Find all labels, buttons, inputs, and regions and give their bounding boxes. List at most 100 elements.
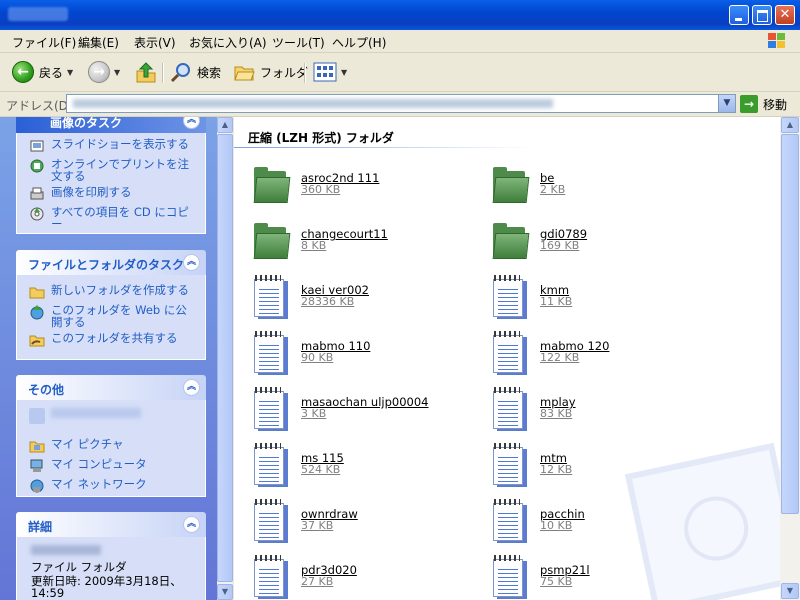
- minimize-button[interactable]: [729, 5, 749, 25]
- place-my-computer[interactable]: マイ コンピュータ: [29, 458, 191, 474]
- place-parent-folder[interactable]: [29, 408, 141, 424]
- file-size: 360 KB: [301, 183, 341, 196]
- file-tasks-body: 新しいフォルダを作成する このフォルダを Web に公開する このフォルダを共有…: [16, 275, 206, 360]
- file-item[interactable]: masaochan uljp00004 3 KB: [252, 387, 492, 431]
- file-item[interactable]: mabmo 120 122 KB: [491, 331, 731, 375]
- menu-bar: ファイル(F) 編集(E) 表示(V) お気に入り(A) ツール(T) ヘルプ(…: [0, 30, 800, 53]
- toolbar-separator: [304, 63, 306, 83]
- other-places-header[interactable]: その他 ︽: [16, 375, 206, 400]
- close-icon: ✕: [779, 7, 791, 22]
- place-my-network[interactable]: マイ ネットワーク: [29, 478, 191, 494]
- views-button[interactable]: ▼: [313, 61, 347, 83]
- views-dropdown-icon[interactable]: ▼: [341, 68, 347, 77]
- menu-view[interactable]: 表示(V): [134, 34, 176, 51]
- task-print-images[interactable]: 画像を印刷する: [29, 186, 191, 202]
- forward-button[interactable]: → ▼: [88, 61, 120, 83]
- task-publish-web[interactable]: このフォルダを Web に公開する: [29, 304, 191, 328]
- back-dropdown-icon[interactable]: ▼: [67, 68, 73, 77]
- file-view-scrollbar[interactable]: ▲ ▼: [780, 117, 800, 600]
- details-panel: 詳細 ︽ ファイル フォルダ 更新日時: 2009年3月18日、14:59: [16, 512, 206, 600]
- details-header[interactable]: 詳細 ︽: [16, 512, 206, 537]
- address-dropdown-icon[interactable]: ▼: [718, 95, 735, 112]
- publish-web-icon: [30, 305, 44, 320]
- menu-tools[interactable]: ツール(T): [272, 34, 325, 51]
- file-item[interactable]: pdr3d020 27 KB: [252, 555, 492, 599]
- collapse-icon[interactable]: ︽: [183, 379, 200, 396]
- order-prints-icon: [30, 159, 44, 173]
- menu-help[interactable]: ヘルプ(H): [332, 34, 386, 51]
- file-item[interactable]: be 2 KB: [491, 163, 731, 207]
- notepad-icon: [252, 555, 290, 599]
- file-tasks-title: ファイルとフォルダのタスク: [28, 258, 185, 272]
- file-item[interactable]: changecourt11 8 KB: [252, 219, 492, 263]
- folder-icon: [29, 408, 45, 424]
- back-button[interactable]: ← 戻る ▼: [12, 61, 73, 83]
- address-bar: アドレス(D) ▼ → 移動: [0, 92, 800, 117]
- notepad-icon: [491, 499, 529, 543]
- other-places-title: その他: [28, 383, 65, 397]
- place-my-pictures[interactable]: マイ ピクチャ: [29, 438, 191, 454]
- folders-button[interactable]: フォルダ: [233, 61, 308, 83]
- file-size: 75 KB: [540, 575, 573, 588]
- file-size: 122 KB: [540, 351, 580, 364]
- scroll-down-icon[interactable]: ▼: [781, 583, 799, 599]
- task-new-folder[interactable]: 新しいフォルダを作成する: [29, 284, 191, 300]
- search-button[interactable]: 検索: [170, 61, 221, 83]
- file-item[interactable]: mtm 12 KB: [491, 443, 731, 487]
- new-folder-icon: [29, 287, 45, 299]
- scroll-up-icon[interactable]: ▲: [781, 117, 799, 133]
- notepad-icon: [491, 443, 529, 487]
- toolbar: ← 戻る ▼ → ▼ 検索 フォルダ ▼: [0, 53, 800, 92]
- notepad-icon: [252, 331, 290, 375]
- file-size: 37 KB: [301, 519, 334, 532]
- search-icon: [170, 63, 190, 83]
- maximize-button[interactable]: [752, 5, 772, 25]
- file-size: 83 KB: [540, 407, 573, 420]
- task-slideshow[interactable]: スライドショーを表示する: [29, 138, 191, 154]
- notepad-icon: [491, 555, 529, 599]
- file-item[interactable]: kaei ver002 28336 KB: [252, 275, 492, 319]
- collapse-icon[interactable]: ︽: [183, 117, 200, 129]
- collapse-icon[interactable]: ︽: [183, 254, 200, 271]
- zip-folder-icon: [252, 219, 291, 263]
- file-item[interactable]: ms 115 524 KB: [252, 443, 492, 487]
- go-button[interactable]: → 移動: [740, 95, 787, 113]
- task-pane-scrollbar[interactable]: ▲ ▼: [217, 117, 233, 600]
- zip-folder-icon: [491, 163, 530, 207]
- up-folder-button[interactable]: [135, 61, 157, 83]
- file-item[interactable]: asroc2nd 111 360 KB: [252, 163, 492, 207]
- file-size: 3 KB: [301, 407, 327, 420]
- scroll-thumb[interactable]: [781, 134, 799, 514]
- file-tasks-header[interactable]: ファイルとフォルダのタスク ︽: [16, 250, 206, 275]
- collapse-icon[interactable]: ︽: [183, 516, 200, 533]
- menu-edit[interactable]: 編集(E): [78, 34, 119, 51]
- file-item[interactable]: pacchin 10 KB: [491, 499, 731, 543]
- file-item[interactable]: psmp21l 75 KB: [491, 555, 731, 599]
- file-item[interactable]: kmm 11 KB: [491, 275, 731, 319]
- file-item[interactable]: gdi0789 169 KB: [491, 219, 731, 263]
- scroll-up-icon[interactable]: ▲: [217, 117, 233, 133]
- notepad-icon: [491, 331, 529, 375]
- menu-favorites[interactable]: お気に入り(A): [189, 34, 267, 51]
- file-item[interactable]: mplay 83 KB: [491, 387, 731, 431]
- file-item[interactable]: ownrdraw 37 KB: [252, 499, 492, 543]
- file-item[interactable]: mabmo 110 90 KB: [252, 331, 492, 375]
- notepad-icon: [491, 275, 529, 319]
- back-label: 戻る: [39, 65, 64, 80]
- task-order-prints[interactable]: オンラインでプリントを注文する: [29, 158, 191, 182]
- scroll-thumb[interactable]: [217, 134, 233, 582]
- close-button[interactable]: ✕: [775, 5, 795, 25]
- cd-icon: [30, 207, 44, 221]
- menu-file[interactable]: ファイル(F): [12, 34, 76, 51]
- image-tasks-title: 画像のタスク: [50, 117, 123, 130]
- file-size: 2 KB: [540, 183, 566, 196]
- image-tasks-header[interactable]: 画像のタスク ︽: [16, 117, 206, 133]
- my-computer-icon: [30, 459, 43, 472]
- address-input[interactable]: ▼: [66, 94, 736, 113]
- scroll-down-icon[interactable]: ▼: [217, 584, 233, 600]
- file-size: 11 KB: [540, 295, 573, 308]
- title-bar[interactable]: ✕: [0, 0, 800, 30]
- task-share-folder[interactable]: このフォルダを共有する: [29, 332, 191, 348]
- task-copy-to-cd[interactable]: すべての項目を CD にコピー: [29, 206, 191, 230]
- forward-dropdown-icon[interactable]: ▼: [114, 68, 120, 77]
